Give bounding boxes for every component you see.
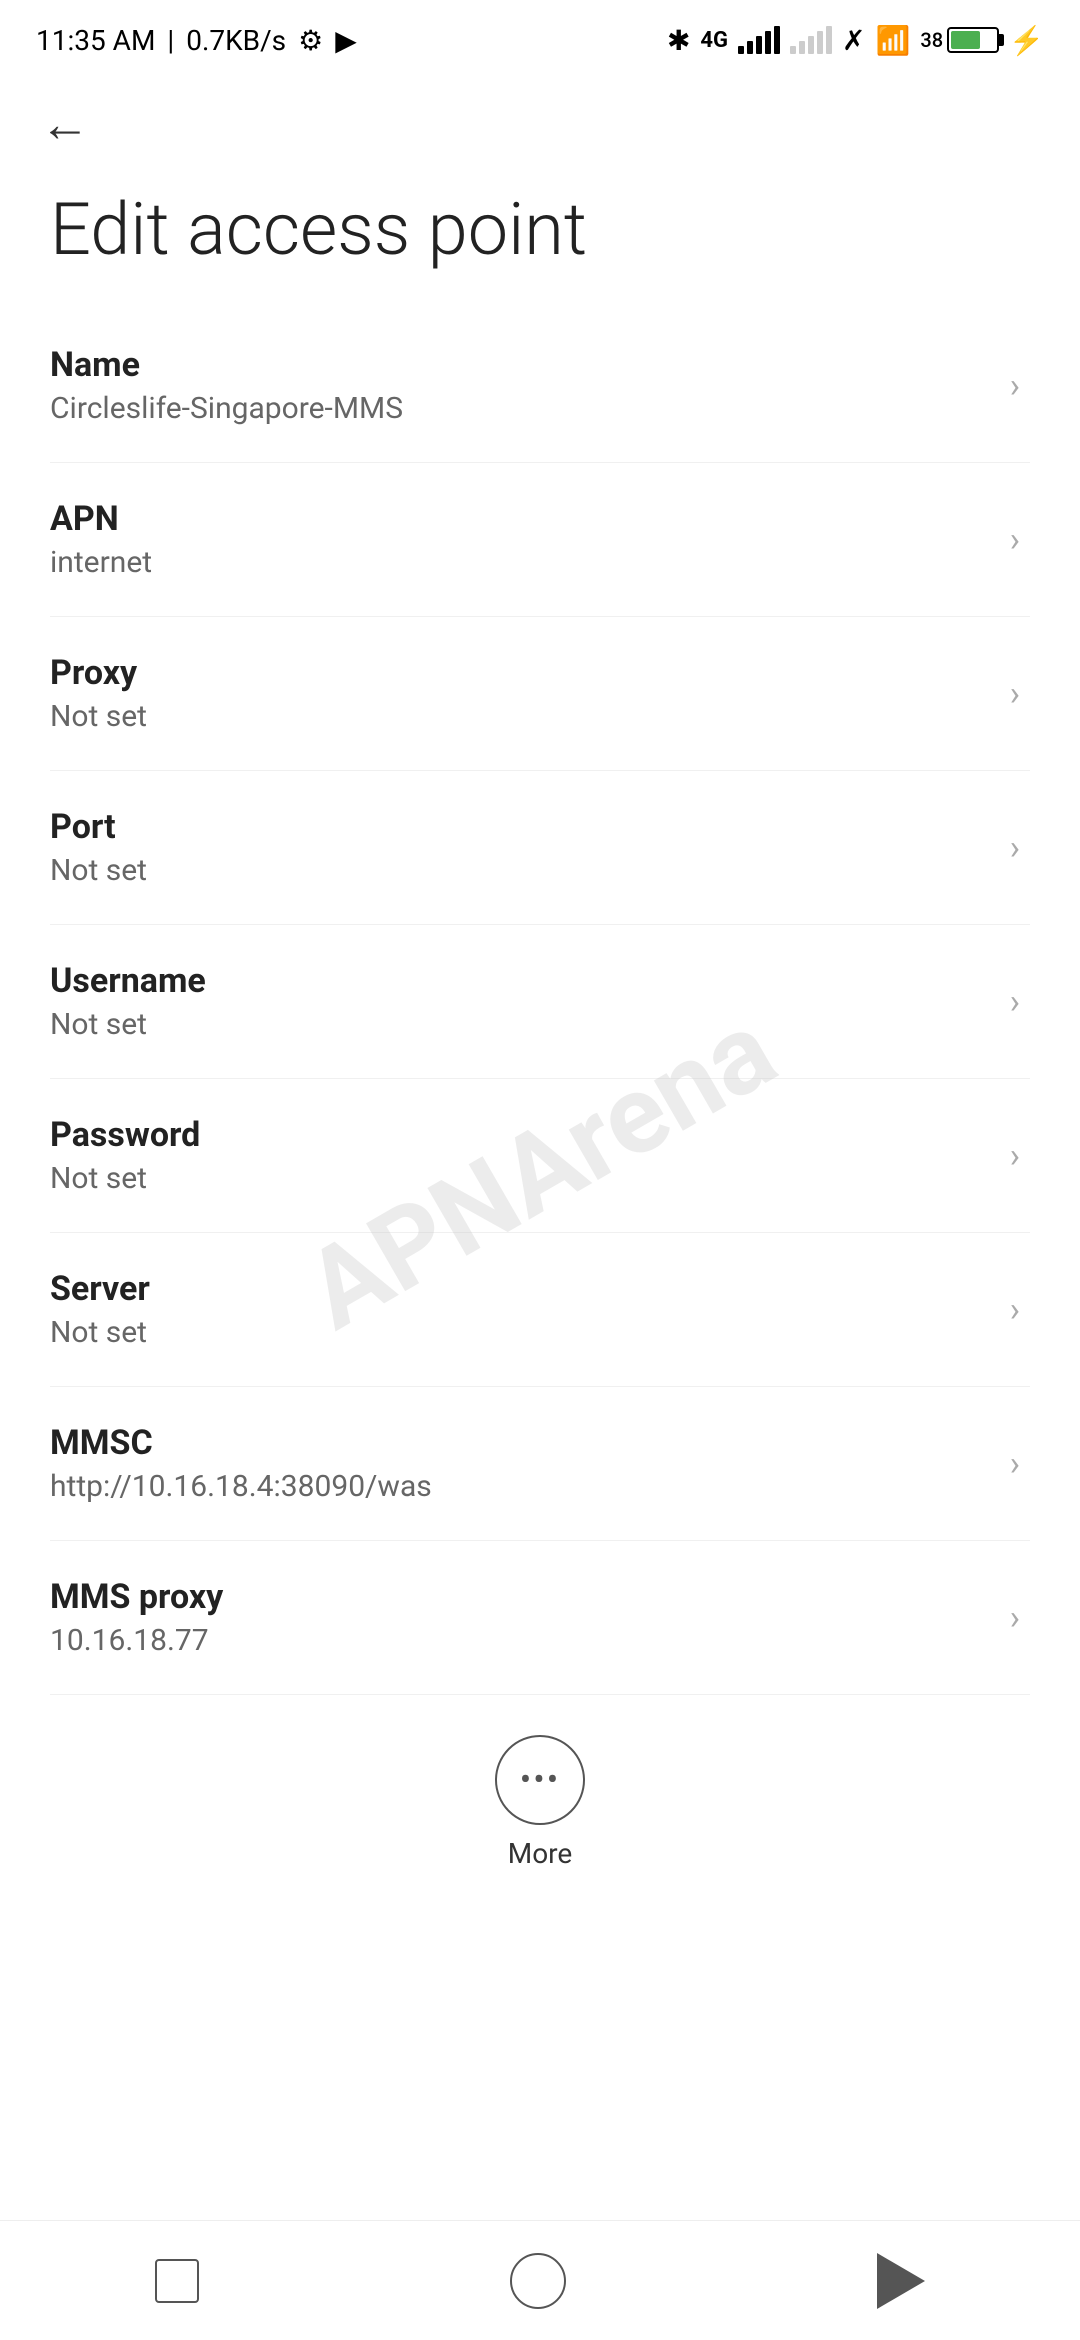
settings-item-content-password: Password Not set xyxy=(50,1115,990,1196)
settings-item-content-apn: APN internet xyxy=(50,499,990,580)
more-dots-icon: ••• xyxy=(520,1763,560,1797)
signal-bars-1 xyxy=(738,26,780,54)
more-container: ••• More xyxy=(0,1695,1080,1890)
page-title-container: Edit access point xyxy=(0,160,1080,309)
settings-item-mms-proxy[interactable]: MMS proxy 10.16.18.77 › xyxy=(50,1541,1030,1695)
settings-icon: ⚙ xyxy=(298,24,323,57)
status-right: ✱ 4G ✗ 📶 38 ⚡ xyxy=(667,24,1044,57)
back-icon xyxy=(877,2253,925,2309)
settings-value-username: Not set xyxy=(50,1007,990,1042)
settings-item-content-server: Server Not set xyxy=(50,1269,990,1350)
nav-bar xyxy=(0,2220,1080,2340)
settings-item-mmsc[interactable]: MMSC http://10.16.18.4:38090/was › xyxy=(50,1387,1030,1541)
chevron-icon-mmsc: › xyxy=(1010,1444,1020,1484)
nav-recent-button[interactable] xyxy=(155,2259,199,2303)
more-button[interactable]: ••• xyxy=(495,1735,585,1825)
wifi-icon: 📶 xyxy=(876,24,911,57)
chevron-icon-port: › xyxy=(1010,828,1020,868)
settings-label-mmsc: MMSC xyxy=(50,1423,990,1463)
battery-icon xyxy=(947,27,999,53)
more-label: More xyxy=(508,1837,573,1870)
settings-item-port[interactable]: Port Not set › xyxy=(50,771,1030,925)
home-icon xyxy=(510,2253,566,2309)
recent-apps-icon xyxy=(155,2259,199,2303)
settings-label-username: Username xyxy=(50,961,990,1001)
speed-display: | xyxy=(167,24,174,57)
settings-value-proxy: Not set xyxy=(50,699,990,734)
settings-value-mmsc: http://10.16.18.4:38090/was xyxy=(50,1469,990,1504)
battery-percent-text: 38 xyxy=(920,28,943,52)
chevron-icon-mms-proxy: › xyxy=(1010,1598,1020,1638)
settings-item-name[interactable]: Name Circleslife-Singapore-MMS › xyxy=(50,309,1030,463)
back-button[interactable]: ← xyxy=(40,100,90,150)
chevron-icon-server: › xyxy=(1010,1290,1020,1330)
chevron-icon-username: › xyxy=(1010,982,1020,1022)
chevron-icon-name: › xyxy=(1010,366,1020,406)
no-signal-icon: ✗ xyxy=(842,24,865,57)
time-display: 11:35 AM xyxy=(36,24,155,57)
video-icon: ▶ xyxy=(335,24,357,57)
bluetooth-icon: ✱ xyxy=(667,24,690,57)
settings-label-server: Server xyxy=(50,1269,990,1309)
chevron-icon-proxy: › xyxy=(1010,674,1020,714)
header: ← xyxy=(0,80,1080,160)
signal-bars-2 xyxy=(790,26,832,54)
settings-value-password: Not set xyxy=(50,1161,990,1196)
status-bar: 11:35 AM | 0.7KB/s ⚙ ▶ ✱ 4G ✗ 📶 38 xyxy=(0,0,1080,80)
settings-item-content-name: Name Circleslife-Singapore-MMS xyxy=(50,345,990,426)
chevron-icon-password: › xyxy=(1010,1136,1020,1176)
battery-fill xyxy=(951,31,980,49)
settings-item-content-port: Port Not set xyxy=(50,807,990,888)
settings-item-proxy[interactable]: Proxy Not set › xyxy=(50,617,1030,771)
chevron-icon-apn: › xyxy=(1010,520,1020,560)
settings-value-mms-proxy: 10.16.18.77 xyxy=(50,1623,990,1658)
settings-item-content-proxy: Proxy Not set xyxy=(50,653,990,734)
settings-label-name: Name xyxy=(50,345,990,385)
settings-list: Name Circleslife-Singapore-MMS › APN interne… xyxy=(0,309,1080,1695)
page-title: Edit access point xyxy=(50,190,1030,269)
settings-label-apn: APN xyxy=(50,499,990,539)
nav-home-button[interactable] xyxy=(510,2253,566,2309)
settings-value-server: Not set xyxy=(50,1315,990,1350)
settings-value-name: Circleslife-Singapore-MMS xyxy=(50,391,990,426)
settings-item-content-mmsc: MMSC http://10.16.18.4:38090/was xyxy=(50,1423,990,1504)
nav-back-button[interactable] xyxy=(877,2253,925,2309)
settings-label-proxy: Proxy xyxy=(50,653,990,693)
charging-icon: ⚡ xyxy=(1009,24,1044,57)
settings-label-port: Port xyxy=(50,807,990,847)
settings-label-password: Password xyxy=(50,1115,990,1155)
settings-item-username[interactable]: Username Not set › xyxy=(50,925,1030,1079)
battery-container: 38 xyxy=(920,27,999,53)
network-speed: 0.7KB/s xyxy=(186,24,286,57)
status-left: 11:35 AM | 0.7KB/s ⚙ ▶ xyxy=(36,24,357,57)
settings-item-password[interactable]: Password Not set › xyxy=(50,1079,1030,1233)
settings-value-apn: internet xyxy=(50,545,990,580)
network-4g-icon: 4G xyxy=(700,28,728,53)
settings-item-server[interactable]: Server Not set › xyxy=(50,1233,1030,1387)
settings-value-port: Not set xyxy=(50,853,990,888)
settings-label-mms-proxy: MMS proxy xyxy=(50,1577,990,1617)
settings-item-content-username: Username Not set xyxy=(50,961,990,1042)
settings-item-apn[interactable]: APN internet › xyxy=(50,463,1030,617)
settings-item-content-mms-proxy: MMS proxy 10.16.18.77 xyxy=(50,1577,990,1658)
